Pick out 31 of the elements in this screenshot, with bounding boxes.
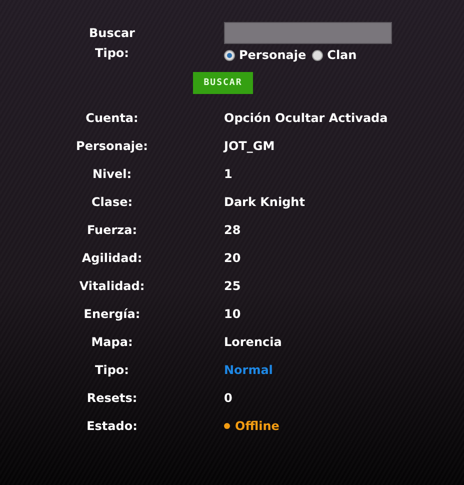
stat-value: Normal (224, 363, 273, 377)
stat-label: Personaje: (75, 139, 149, 153)
search-field[interactable] (224, 22, 392, 44)
stat-label: Vitalidad: (78, 279, 146, 293)
stat-value: Opción Ocultar Activada (224, 111, 388, 125)
radio-label[interactable]: Clan (327, 48, 357, 62)
stat-value: 25 (224, 279, 241, 293)
stat-value: 1 (224, 167, 232, 181)
stat-label: Cuenta: (84, 111, 140, 125)
stat-value: 28 (224, 223, 241, 237)
radio-button[interactable] (224, 50, 235, 60)
radio-button[interactable] (312, 50, 324, 60)
stat-label: Resets: (86, 391, 138, 405)
stat-label: Estado: (86, 419, 138, 433)
stat-value: JOT_GM (224, 139, 275, 153)
stat-label: Energía: (82, 307, 142, 321)
stat-label: Mapa: (90, 335, 134, 349)
stat-value: Offline (235, 419, 280, 433)
stat-label: Agilidad: (80, 251, 144, 265)
stat-label: Fuerza: (86, 223, 138, 237)
stat-value: Lorencia (224, 335, 282, 349)
stat-value: 10 (224, 307, 241, 321)
stat-label: Clase: (90, 195, 134, 209)
radio-label[interactable]: Personaje (239, 48, 306, 62)
stat-value: 20 (224, 251, 241, 265)
stat-value: Dark Knight (224, 195, 305, 209)
search-label: Buscar (88, 26, 136, 40)
stat-label: Nivel: (91, 167, 133, 181)
type-label: Tipo: (94, 46, 130, 60)
stat-value: 0 (224, 391, 232, 405)
stat-label: Tipo: (94, 363, 130, 377)
